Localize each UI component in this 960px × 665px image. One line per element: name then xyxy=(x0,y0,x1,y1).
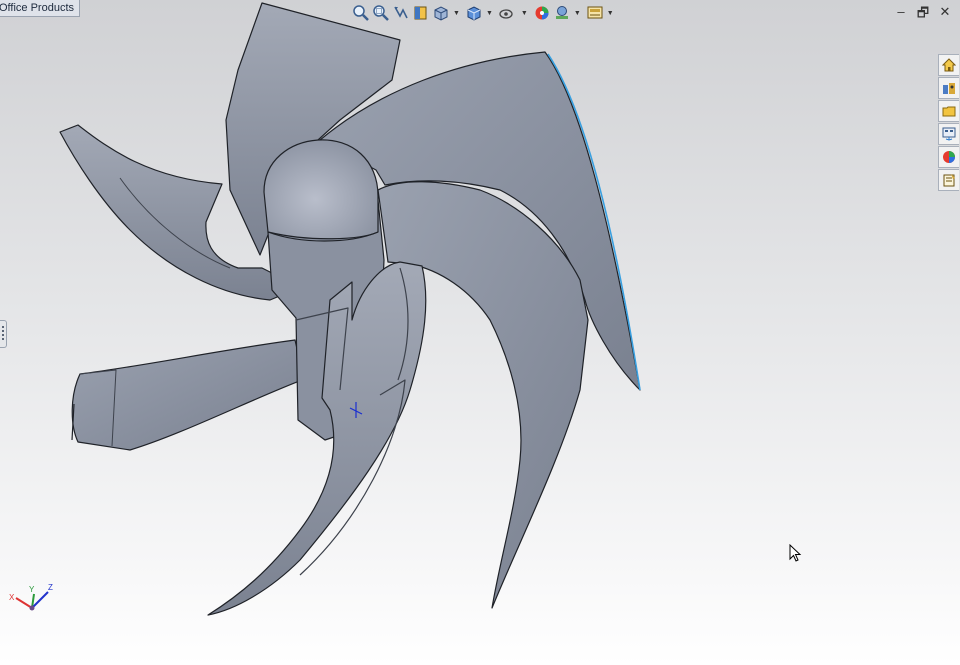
mouse-cursor-icon xyxy=(789,544,802,562)
hub-cap xyxy=(263,139,379,240)
triad-z-label: Z xyxy=(48,583,53,592)
coordinate-triad: X Y Z xyxy=(9,583,53,611)
blade-left xyxy=(71,339,303,451)
blade-center xyxy=(377,181,589,609)
triad-x-label: X xyxy=(9,593,15,602)
triad-y-label: Y xyxy=(29,585,35,594)
graphics-area[interactable]: Office Products ▼ ▼ ▼ ▼ ▼ – 🗗 ✕ X Y Z xyxy=(0,0,960,665)
impeller-model[interactable] xyxy=(0,0,960,665)
